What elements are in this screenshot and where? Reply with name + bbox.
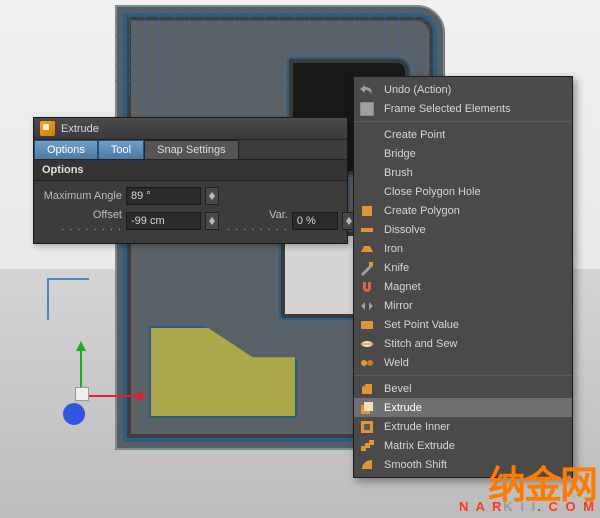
- extrude-inner-icon: [358, 419, 376, 435]
- context-menu[interactable]: Undo (Action) Frame Selected Elements Cr…: [353, 76, 573, 478]
- menu-create-point[interactable]: Create Point: [354, 125, 572, 144]
- input-offset[interactable]: [126, 212, 201, 230]
- label-max-angle: Maximum Angle: [42, 190, 122, 202]
- menu-extrude[interactable]: Extrude: [354, 398, 572, 417]
- options-grid: Maximum Angle Offset . . . . . . . . Var…: [34, 181, 347, 243]
- menu-iron[interactable]: Iron: [354, 239, 572, 258]
- camera-safe-frame: [47, 278, 89, 320]
- menu-brush[interactable]: Brush: [354, 163, 572, 182]
- tab-snap-settings[interactable]: Snap Settings: [144, 140, 239, 159]
- weld-icon: [358, 355, 376, 371]
- tab-tool[interactable]: Tool: [98, 140, 144, 159]
- menu-bridge[interactable]: Bridge: [354, 144, 572, 163]
- point-value-icon: [358, 317, 376, 333]
- watermark-url: N A RK I I. C O M: [459, 499, 596, 514]
- menu-frame-selected[interactable]: Frame Selected Elements: [354, 99, 572, 118]
- frame-icon: [358, 101, 376, 117]
- panel-tab-row: Options Tool Snap Settings: [34, 140, 347, 159]
- knife-icon: [358, 260, 376, 276]
- axis-x[interactable]: [80, 395, 146, 397]
- panel-titlebar[interactable]: Extrude: [34, 118, 347, 140]
- label-var: Var. . . . . . . . .: [227, 209, 288, 233]
- menu-mirror[interactable]: Mirror: [354, 296, 572, 315]
- menu-weld[interactable]: Weld: [354, 353, 572, 372]
- extrude-tool-panel[interactable]: Extrude Options Tool Snap Settings Optio…: [33, 117, 348, 244]
- tab-options[interactable]: Options: [34, 140, 98, 159]
- axis-gizmo[interactable]: [15, 330, 145, 460]
- menu-separator: [354, 375, 572, 376]
- iron-icon: [358, 241, 376, 257]
- menu-stitch-and-sew[interactable]: Stitch and Sew: [354, 334, 572, 353]
- extrude-icon: [40, 121, 55, 136]
- menu-dissolve[interactable]: Dissolve: [354, 220, 572, 239]
- panel-title: Extrude: [61, 123, 99, 135]
- blank-icon: [358, 127, 376, 143]
- menu-magnet[interactable]: Magnet: [354, 277, 572, 296]
- smooth-shift-icon: [358, 457, 376, 473]
- menu-undo[interactable]: Undo (Action): [354, 80, 572, 99]
- menu-set-point-value[interactable]: Set Point Value: [354, 315, 572, 334]
- axis-center[interactable]: [75, 387, 89, 401]
- section-options: Options: [34, 159, 347, 181]
- blank-icon: [358, 165, 376, 181]
- label-offset: Offset . . . . . . . .: [42, 209, 122, 233]
- menu-knife[interactable]: Knife: [354, 258, 572, 277]
- stitch-icon: [358, 336, 376, 352]
- menu-close-polygon-hole[interactable]: Close Polygon Hole: [354, 182, 572, 201]
- dissolve-icon: [358, 222, 376, 238]
- input-var[interactable]: [292, 212, 338, 230]
- watermark: 纳金网 N A RK I I. C O M: [459, 469, 596, 514]
- matrix-extrude-icon: [358, 438, 376, 454]
- mirror-icon: [358, 298, 376, 314]
- spinner-max-angle[interactable]: [205, 187, 219, 205]
- input-max-angle[interactable]: [126, 187, 201, 205]
- axis-z[interactable]: [63, 403, 85, 425]
- extrude-icon: [358, 400, 376, 416]
- menu-separator: [354, 121, 572, 122]
- undo-arrow-icon: [358, 82, 376, 98]
- menu-create-polygon[interactable]: Create Polygon: [354, 201, 572, 220]
- watermark-text: 纳金网: [459, 469, 596, 503]
- polygon-icon: [358, 203, 376, 219]
- bevel-icon: [358, 381, 376, 397]
- blank-icon: [358, 184, 376, 200]
- menu-extrude-inner[interactable]: Extrude Inner: [354, 417, 572, 436]
- menu-matrix-extrude[interactable]: Matrix Extrude: [354, 436, 572, 455]
- magnet-icon: [358, 279, 376, 295]
- menu-bevel[interactable]: Bevel: [354, 379, 572, 398]
- spinner-offset[interactable]: [205, 212, 219, 230]
- blank-icon: [358, 146, 376, 162]
